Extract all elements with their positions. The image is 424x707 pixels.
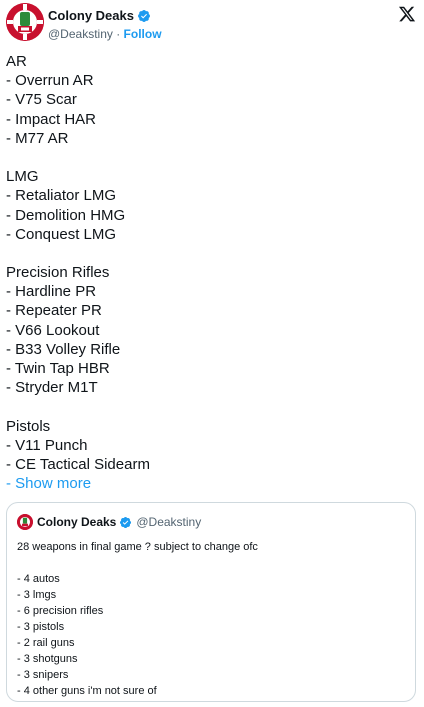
post-line — [6, 397, 416, 416]
follow-button[interactable]: Follow — [124, 27, 162, 41]
post-line: - V66 Lookout — [6, 321, 100, 339]
author-handle[interactable]: @Deakstiny — [48, 27, 113, 41]
x-logo-icon[interactable] — [398, 5, 416, 23]
quote-line: - 3 snipers — [17, 669, 69, 681]
post-line: - Conquest LMG — [6, 225, 117, 243]
post-line: - Hardline PR — [6, 283, 97, 301]
post-line: Precision Rifles — [6, 264, 110, 282]
author-meta: @Deakstiny · Follow — [48, 27, 162, 41]
show-more-prefix: - — [6, 475, 16, 493]
quote-line: - 6 precision rifles — [17, 605, 104, 617]
quote-text: 28 weapons in final game ? subject to ch… — [17, 539, 258, 699]
post-line: - Repeater PR — [6, 302, 102, 320]
tweet-header: Colony Deaks @Deakstiny · Follow — [6, 3, 418, 43]
post-line: - M77 AR — [6, 129, 69, 147]
quote-line: - 3 pistols — [17, 621, 65, 633]
quoted-tweet[interactable]: Colony Deaks @Deakstiny 28 weapons in fi… — [6, 502, 416, 702]
author-name[interactable]: Colony Deaks — [48, 8, 134, 23]
quote-avatar-logo-icon — [17, 514, 33, 530]
post-line: - V75 Scar — [6, 91, 77, 109]
quote-line: 28 weapons in final game ? subject to ch… — [17, 541, 258, 553]
post-line: - Twin Tap HBR — [6, 360, 110, 377]
quote-verified-badge-icon — [120, 516, 132, 528]
post-line: - CE Tactical Sidearm — [6, 455, 150, 473]
post-line: - Stryder M1T — [6, 379, 98, 397]
post-line: - Overrun AR — [6, 72, 94, 90]
quote-line: - 4 autos — [17, 573, 60, 585]
post-line: - V11 Punch — [6, 436, 88, 454]
quote-line: - 2 rail guns — [17, 637, 75, 649]
quote-avatar — [17, 514, 33, 530]
post-line: Pistols — [6, 417, 51, 435]
post-line — [6, 148, 416, 167]
post-line: - Impact HAR — [6, 110, 97, 128]
quote-line: - 3 lmgs — [17, 589, 57, 601]
post-line — [6, 244, 416, 263]
verified-badge-icon — [138, 9, 150, 22]
post-line: AR — [6, 53, 27, 70]
quote-line: - 3 shotguns — [17, 653, 78, 665]
post-line: - B33 Volley Rifle — [6, 340, 121, 358]
avatar-logo-icon — [6, 3, 44, 41]
avatar[interactable] — [6, 3, 44, 41]
quote-line — [17, 555, 258, 571]
tweet-text: AR - Overrun AR - V75 Scar - Impact HAR - M7… — [6, 52, 416, 493]
quote-author-name: Colony Deaks — [37, 515, 117, 529]
post-line: - Demolition HMG — [6, 206, 126, 224]
post-line: LMG — [6, 168, 39, 186]
post-line: - Retaliator LMG — [6, 187, 117, 205]
quote-author-handle: @Deakstiny — [136, 515, 202, 529]
show-more-line: - Show more — [6, 474, 416, 493]
quote-line: - 4 other guns i'm not sure of — [17, 685, 157, 697]
meta-separator: · — [112, 27, 124, 41]
show-more-link[interactable]: Show more — [15, 475, 91, 492]
